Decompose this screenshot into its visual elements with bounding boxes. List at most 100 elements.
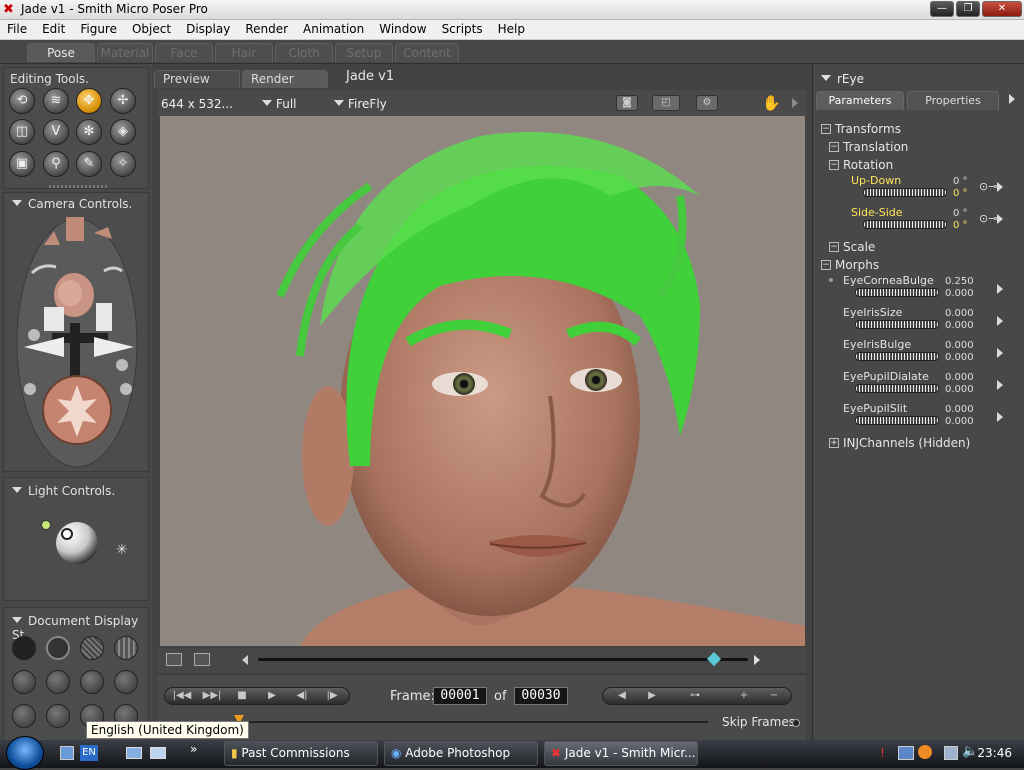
room-tab-content[interactable]: Content	[395, 43, 459, 62]
translate-in-out-tool-icon[interactable]: ✢	[110, 88, 136, 114]
morph-brush-tool-icon[interactable]: ✎	[76, 151, 102, 177]
go-to-start-button[interactable]: |◀◀	[167, 688, 197, 704]
translate-tool-icon[interactable]: ✥	[76, 88, 102, 114]
show-desktop-icon[interactable]	[60, 746, 74, 760]
dial-menu-arrow-icon[interactable]	[997, 412, 1003, 422]
next-key-button[interactable]: ▶	[637, 688, 667, 704]
group-morphs[interactable]: − Morphs	[817, 256, 1003, 274]
play-button[interactable]: ▶	[257, 688, 287, 704]
dial-slider[interactable]	[863, 220, 947, 229]
camera-controls-widget[interactable]	[4, 215, 150, 471]
room-tab-cloth[interactable]: Cloth	[275, 43, 333, 62]
panel-menu-arrow-icon[interactable]	[1009, 94, 1015, 104]
timeline-track[interactable]	[238, 721, 708, 723]
collapse-box-icon[interactable]: −	[821, 260, 831, 270]
tab-properties[interactable]: Properties	[907, 91, 999, 110]
menu-file[interactable]: File	[0, 20, 35, 39]
scroll-left-icon[interactable]	[242, 655, 248, 665]
task-jade-poser[interactable]: ✖ Jade v1 - Smith Micr...	[544, 741, 698, 766]
room-tab-hair[interactable]: Hair	[215, 43, 273, 62]
link-icon[interactable]: ⊙⊸	[979, 212, 997, 225]
dial-eye-pupil-dialate[interactable]: EyePupilDialate 0.000 0.000	[817, 370, 1023, 400]
renderer-dropdown[interactable]: FireFly	[334, 97, 387, 111]
render-slider-thumb[interactable]	[706, 651, 721, 667]
tab-parameters[interactable]: Parameters	[816, 91, 904, 110]
dial-value-secondary[interactable]: 0.000	[945, 384, 974, 395]
dial-menu-arrow-icon[interactable]	[997, 380, 1003, 390]
taper-tool-icon[interactable]: Ⅴ	[43, 119, 69, 145]
dial-side-side[interactable]: Side-Side 0 ° 0 ° ⊙⊸	[817, 206, 1023, 236]
lit-wireframe-style-icon[interactable]	[12, 670, 36, 694]
dial-value-secondary[interactable]: 0.000	[945, 288, 974, 299]
dial-menu-arrow-icon[interactable]	[997, 284, 1003, 294]
clock[interactable]: 23:46	[977, 746, 1012, 760]
dial-slider[interactable]	[863, 188, 947, 197]
direct-manipulation-tool-icon[interactable]: ✧	[110, 151, 136, 177]
menu-object[interactable]: Object	[125, 20, 179, 39]
view-magnifier-tool-icon[interactable]: ⚲	[43, 151, 69, 177]
sun-icon[interactable]: ✳	[116, 542, 128, 558]
render-viewport[interactable]	[160, 116, 805, 646]
group-transforms[interactable]: − Transforms	[817, 120, 1003, 138]
dial-menu-arrow-icon[interactable]	[997, 348, 1003, 358]
render-camera-icon[interactable]: ◙	[616, 95, 638, 111]
step-back-button[interactable]: ◀|	[287, 688, 317, 704]
render-size-label[interactable]: 644 x 532...	[161, 97, 233, 111]
dial-slider[interactable]	[855, 320, 939, 329]
dial-up-down[interactable]: Up-Down 0 ° 0 ° ⊙⊸	[817, 174, 1023, 204]
cartoon-line-style-icon[interactable]	[12, 704, 36, 728]
collapse-box-icon[interactable]: −	[829, 160, 839, 170]
menu-display[interactable]: Display	[179, 20, 238, 39]
dial-menu-arrow-icon[interactable]	[997, 214, 1003, 224]
collapse-box-icon[interactable]: −	[821, 124, 831, 134]
current-frame-field[interactable]: 00001	[433, 687, 487, 705]
more-quicklaunch-icon[interactable]: »	[190, 742, 197, 756]
language-indicator[interactable]: EN	[80, 745, 98, 761]
collapse-icon[interactable]	[12, 487, 22, 493]
dial-eye-cornea-bulge[interactable]: EyeCorneaBulge 0.250 0.000	[817, 274, 1023, 304]
rotate-tool-icon[interactable]: ⟲	[9, 88, 35, 114]
flat-shaded-style-icon[interactable]	[46, 670, 70, 694]
smooth-shaded-style-icon[interactable]	[46, 704, 70, 728]
dial-menu-arrow-icon[interactable]	[997, 182, 1003, 192]
dial-value-secondary[interactable]: 0 °	[953, 220, 968, 231]
render-quality-dropdown[interactable]: Full	[262, 97, 297, 111]
dial-value-secondary[interactable]: 0.000	[945, 416, 974, 427]
dial-slider[interactable]	[855, 352, 939, 361]
hand-icon[interactable]: ✋	[762, 94, 781, 112]
more-options-arrow-icon[interactable]	[792, 98, 798, 108]
scale-tool-icon[interactable]: ◫	[9, 119, 35, 145]
start-button[interactable]	[6, 736, 44, 770]
color-tool-icon[interactable]: ◈	[110, 119, 136, 145]
dial-slider[interactable]	[855, 288, 939, 297]
restore-button[interactable]: ❐	[956, 1, 980, 17]
menu-scripts[interactable]: Scripts	[435, 20, 491, 39]
group-scale[interactable]: − Scale	[817, 238, 1003, 256]
monitor-icon[interactable]	[944, 746, 958, 760]
switch-windows-icon[interactable]	[150, 747, 166, 759]
skip-frames-toggle[interactable]	[792, 719, 800, 727]
dial-slider[interactable]	[855, 416, 939, 425]
room-tab-setup[interactable]: Setup	[335, 43, 393, 62]
dial-value-secondary[interactable]: 0.000	[945, 352, 974, 363]
go-to-end-button[interactable]: ▶▶|	[197, 688, 227, 704]
tab-render[interactable]: Render	[242, 70, 328, 88]
silhouette-style-icon[interactable]	[12, 636, 36, 660]
step-forward-button[interactable]: |▶	[317, 688, 347, 704]
dial-eye-pupil-slit[interactable]: EyePupilSlit 0.000 0.000	[817, 402, 1023, 432]
network-icon[interactable]	[898, 746, 914, 760]
quicklaunch-icon[interactable]	[126, 747, 142, 759]
dial-eye-iris-bulge[interactable]: EyeIrisBulge 0.000 0.000	[817, 338, 1023, 368]
volume-icon[interactable]: 🔈	[962, 744, 978, 759]
area-render-icon[interactable]: ◰	[652, 95, 680, 111]
room-tab-pose[interactable]: Pose	[27, 43, 95, 62]
alert-icon[interactable]: !	[880, 746, 894, 760]
light-indicator-icon[interactable]	[61, 528, 73, 540]
outline-style-icon[interactable]	[46, 636, 70, 660]
collapse-box-icon[interactable]: −	[829, 242, 839, 252]
room-tab-face[interactable]: Face	[155, 43, 213, 62]
stop-button[interactable]: ■	[227, 688, 257, 704]
group-translation[interactable]: − Translation	[817, 138, 1003, 156]
element-display-icon[interactable]	[194, 653, 210, 666]
menu-animation[interactable]: Animation	[296, 20, 372, 39]
